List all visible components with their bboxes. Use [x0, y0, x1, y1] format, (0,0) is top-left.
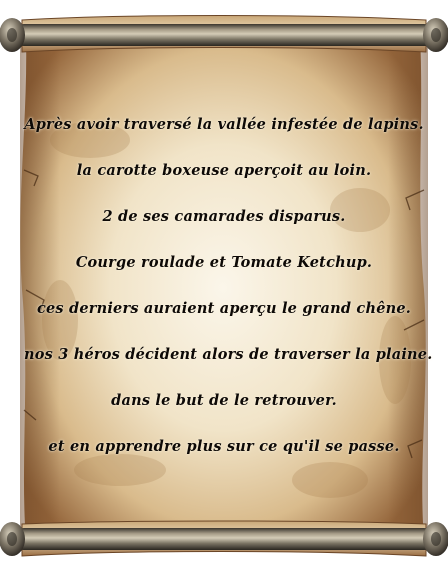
parchment-scroll-art: [0, 15, 448, 557]
story-line-7: dans le but de le retrouver.: [111, 392, 337, 409]
story-line-2: la carotte boxeuse aperçoit au loin.: [76, 162, 372, 179]
parchment-scroll: Après avoir traversé la vallée infestée …: [0, 0, 448, 574]
story-line-1: Après avoir traversé la vallée infestée …: [24, 116, 424, 133]
story-line-4: Courge roulade et Tomate Ketchup.: [75, 254, 373, 271]
story-line-6: nos 3 héros décident alors de traverser …: [24, 346, 433, 363]
story-line-8: et en apprendre plus sur ce qu'il se pas…: [48, 438, 400, 455]
story-line-3: 2 de ses camarades disparus.: [102, 208, 346, 225]
story-line-5: ces derniers auraient aperçu le grand ch…: [36, 300, 412, 317]
